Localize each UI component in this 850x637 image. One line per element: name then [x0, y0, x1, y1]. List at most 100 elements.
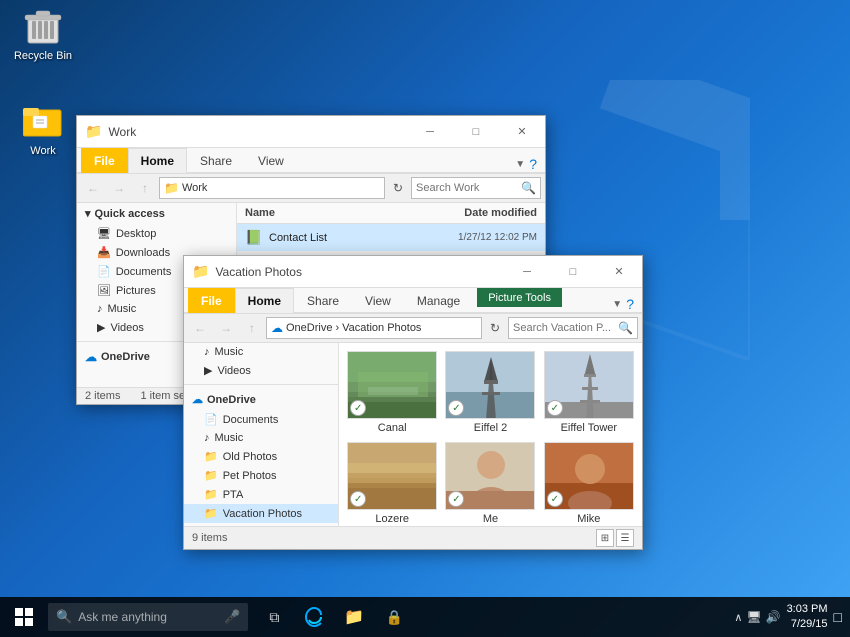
vacation-videos-label: Videos: [217, 365, 250, 377]
vacation-minimize-button[interactable]: ─: [504, 256, 550, 288]
work-refresh-button[interactable]: ↻: [387, 177, 409, 199]
taskbar-file-explorer-button[interactable]: 📁: [336, 597, 372, 637]
taskbar-search-box[interactable]: 🔍 🎤: [48, 603, 248, 631]
work-minimize-button[interactable]: ─: [407, 116, 453, 148]
taskbar-search-input[interactable]: [78, 610, 218, 624]
vacation-onedrive-docs-icon: 📄: [204, 413, 218, 426]
vacation-tab-manage[interactable]: Manage: [404, 288, 473, 313]
vacation-picture-tools-tab[interactable]: Picture Tools: [477, 288, 562, 307]
taskbar-edge-button[interactable]: [296, 597, 332, 637]
work-desktop-label: Desktop: [116, 228, 156, 240]
work-videos-label: Videos: [110, 322, 143, 334]
vacation-music-icon: ♪: [204, 346, 210, 358]
vacation-search-input[interactable]: [513, 322, 618, 334]
taskbar-volume-icon[interactable]: 🔊: [766, 610, 781, 624]
taskbar-clock[interactable]: 3:03 PM 7/29/15: [787, 602, 828, 633]
work-back-button[interactable]: ←: [81, 177, 105, 199]
taskbar-task-view-button[interactable]: ⧉: [256, 597, 292, 637]
work-file-contact-list[interactable]: 📗 Contact List 1/27/12 12:02 PM: [237, 224, 545, 252]
work-window-title: Work: [108, 125, 401, 139]
vacation-view-icons: ⊞ ☰: [596, 529, 634, 547]
work-tab-view[interactable]: View: [245, 148, 297, 173]
work-music-icon: ♪: [97, 303, 103, 315]
start-button[interactable]: [0, 597, 48, 637]
work-folder-icon[interactable]: Work: [8, 100, 78, 158]
taskbar-lock-button[interactable]: 🔒: [376, 597, 412, 637]
vacation-close-button[interactable]: ✕: [596, 256, 642, 288]
vacation-vacation-photos-icon: 📁: [204, 507, 218, 520]
vacation-ribbon: File Home Share View Manage Picture Tool…: [184, 288, 642, 314]
work-options-icon[interactable]: ▼: [515, 159, 525, 170]
work-quick-access-chevron: ▾: [85, 207, 91, 220]
vacation-photo-eiffel2[interactable]: ✓ Eiffel 2: [445, 351, 535, 434]
vacation-address-separator: ›: [335, 322, 339, 334]
vacation-pet-photos-label: Pet Photos: [223, 470, 277, 482]
vacation-address-bar[interactable]: ☁ OneDrive › Vacation Photos: [266, 317, 482, 339]
vacation-sidebar-onedrive-documents[interactable]: 📄 Documents: [184, 410, 338, 429]
vacation-sidebar-onedrive-music[interactable]: ♪ Music: [184, 429, 338, 447]
vacation-sidebar-vacation-photos[interactable]: 📁 Vacation Photos: [184, 504, 338, 523]
vacation-sidebar-videos[interactable]: ▶ Videos: [184, 361, 338, 380]
vacation-forward-button[interactable]: →: [214, 317, 238, 339]
recycle-bin-icon[interactable]: Recycle Bin: [8, 5, 78, 63]
vacation-tab-home[interactable]: Home: [235, 288, 294, 313]
work-tab-file[interactable]: File: [81, 148, 128, 173]
vacation-content: ♪ Music ▶ Videos ☁ OneDrive 📄 Documents …: [184, 343, 642, 526]
work-tab-home[interactable]: Home: [128, 148, 187, 173]
work-address-bar[interactable]: 📁 Work: [159, 177, 385, 199]
work-up-button[interactable]: ↑: [133, 177, 157, 199]
work-quick-access-header[interactable]: ▾ Quick access: [77, 203, 236, 224]
vacation-photo-grid: ✓ Canal ✓: [347, 351, 634, 525]
vacation-eiffel-tower-name: Eiffel Tower: [561, 422, 617, 434]
work-search-box[interactable]: 🔍: [411, 177, 541, 199]
vacation-maximize-button[interactable]: □: [550, 256, 596, 288]
vacation-tab-share[interactable]: Share: [294, 288, 352, 313]
taskbar-network-icon[interactable]: 🖥: [746, 610, 761, 624]
work-documents-icon: 📄: [97, 265, 111, 278]
work-close-button[interactable]: ✕: [499, 116, 545, 148]
vacation-list-view-button[interactable]: ☰: [616, 529, 634, 547]
vacation-options-icon[interactable]: ▼: [612, 299, 622, 310]
vacation-refresh-button[interactable]: ↻: [484, 317, 506, 339]
vacation-photo-mike-thumb: ✓: [544, 442, 634, 510]
work-column-headers: Name Date modified: [237, 203, 545, 224]
vacation-tab-view[interactable]: View: [352, 288, 404, 313]
vacation-back-button[interactable]: ←: [188, 317, 212, 339]
vacation-onedrive-address-icon: ☁: [271, 321, 283, 335]
work-help-icon[interactable]: ?: [529, 156, 537, 172]
work-sidebar-desktop[interactable]: 🖥 Desktop: [77, 224, 236, 243]
vacation-photo-mike[interactable]: ✓ Mike: [544, 442, 634, 525]
work-maximize-button[interactable]: □: [453, 116, 499, 148]
taskbar-action-center-icon[interactable]: □: [834, 609, 842, 625]
vacation-grid-view-button[interactable]: ⊞: [596, 529, 614, 547]
vacation-search-box[interactable]: 🔍: [508, 317, 638, 339]
vacation-up-button[interactable]: ↑: [240, 317, 264, 339]
work-contact-list-date: 1/27/12 12:02 PM: [397, 232, 537, 243]
vacation-tab-file[interactable]: File: [188, 288, 235, 313]
recycle-bin-image: [23, 5, 63, 45]
vacation-old-photos-icon: 📁: [204, 450, 218, 463]
vacation-onedrive-music-label: Music: [215, 432, 244, 444]
work-forward-button[interactable]: →: [107, 177, 131, 199]
taskbar-time-display: 3:03 PM: [787, 602, 828, 617]
vacation-photo-me[interactable]: ✓ Me: [445, 442, 535, 525]
vacation-photo-eiffel-tower[interactable]: ✓ Eiffel Tower: [544, 351, 634, 434]
taskbar-right: ∧ 🖥 🔊 3:03 PM 7/29/15 □: [734, 602, 850, 633]
work-contact-list-icon: 📗: [245, 229, 263, 246]
work-tab-share[interactable]: Share: [187, 148, 245, 173]
vacation-address-onedrive: OneDrive: [286, 322, 332, 334]
vacation-photo-canal[interactable]: ✓ Canal: [347, 351, 437, 434]
vacation-sidebar-music[interactable]: ♪ Music: [184, 343, 338, 361]
vacation-sidebar-pet-photos[interactable]: 📁 Pet Photos: [184, 466, 338, 485]
vacation-help-icon[interactable]: ?: [626, 296, 634, 312]
taskbar-chevron-icon[interactable]: ∧: [734, 611, 742, 624]
work-ribbon: File Home Share View ▼ ?: [77, 148, 545, 174]
vacation-photo-lozere[interactable]: ✓ Lozere: [347, 442, 437, 525]
vacation-sidebar-old-photos[interactable]: 📁 Old Photos: [184, 447, 338, 466]
vacation-onedrive-header[interactable]: ☁ OneDrive: [184, 389, 338, 410]
work-search-input[interactable]: [416, 182, 521, 194]
vacation-sidebar-pta[interactable]: 📁 PTA: [184, 485, 338, 504]
work-documents-label: Documents: [116, 266, 172, 278]
vacation-eiffel-tower-check: ✓: [547, 400, 563, 416]
work-onedrive-icon: ☁: [85, 350, 97, 364]
